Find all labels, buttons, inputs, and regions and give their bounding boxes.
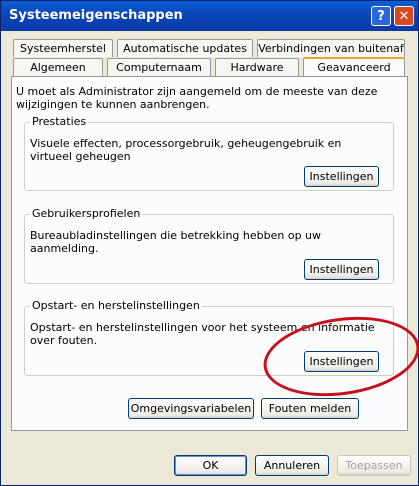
user-profiles-legend: Gebruikersprofielen bbox=[30, 207, 143, 220]
user-profiles-description: Bureaubladinstellingen die betrekking he… bbox=[30, 229, 322, 255]
tab-geavanceerd[interactable]: Geavanceerd bbox=[303, 57, 405, 77]
window-title: Systeemeigenschappen bbox=[9, 8, 183, 23]
performance-description: Visuele effecten, processorgebruik, gehe… bbox=[30, 137, 342, 163]
admin-note: U moet als Administrator zijn aangemeld … bbox=[16, 85, 378, 111]
question-mark-icon: ? bbox=[377, 8, 385, 24]
environment-variables-button[interactable]: Omgevingsvariabelen bbox=[128, 398, 254, 419]
tab-verbindingen-van-buitenaf[interactable]: Verbindingen van buitenaf bbox=[257, 39, 405, 57]
help-button[interactable]: ? bbox=[371, 6, 391, 26]
performance-legend: Prestaties bbox=[30, 115, 89, 128]
system-properties-window: Systeemeigenschappen ? ✕ Systeemherstel … bbox=[0, 0, 419, 486]
tab-row-back: Systeemherstel Automatische updates Verb… bbox=[13, 39, 406, 59]
ok-button[interactable]: OK bbox=[174, 455, 247, 476]
cancel-button[interactable]: Annuleren bbox=[255, 455, 329, 476]
close-x-icon: ✕ bbox=[398, 8, 410, 24]
tab-hardware[interactable]: Hardware bbox=[215, 58, 299, 76]
user-profiles-group: Gebruikersprofielen Bureaubladinstelling… bbox=[24, 207, 394, 284]
title-bar: Systeemeigenschappen ? ✕ bbox=[1, 1, 418, 31]
error-reporting-button[interactable]: Fouten melden bbox=[261, 398, 359, 419]
apply-button[interactable]: Toepassen bbox=[337, 455, 411, 476]
tab-automatische-updates[interactable]: Automatische updates bbox=[117, 39, 253, 57]
performance-group: Prestaties Visuele effecten, processorge… bbox=[24, 115, 394, 191]
close-button[interactable]: ✕ bbox=[394, 6, 414, 26]
tab-systeemherstel[interactable]: Systeemherstel bbox=[13, 39, 113, 57]
tab-row-front: Algemeen Computernaam Hardware Geavancee… bbox=[13, 57, 406, 78]
user-profiles-settings-button[interactable]: Instellingen bbox=[304, 259, 379, 280]
performance-settings-button[interactable]: Instellingen bbox=[304, 166, 379, 187]
startup-recovery-legend: Opstart- en herstelinstellingen bbox=[30, 299, 202, 312]
tab-computernaam[interactable]: Computernaam bbox=[107, 58, 211, 76]
tab-algemeen[interactable]: Algemeen bbox=[13, 58, 103, 76]
